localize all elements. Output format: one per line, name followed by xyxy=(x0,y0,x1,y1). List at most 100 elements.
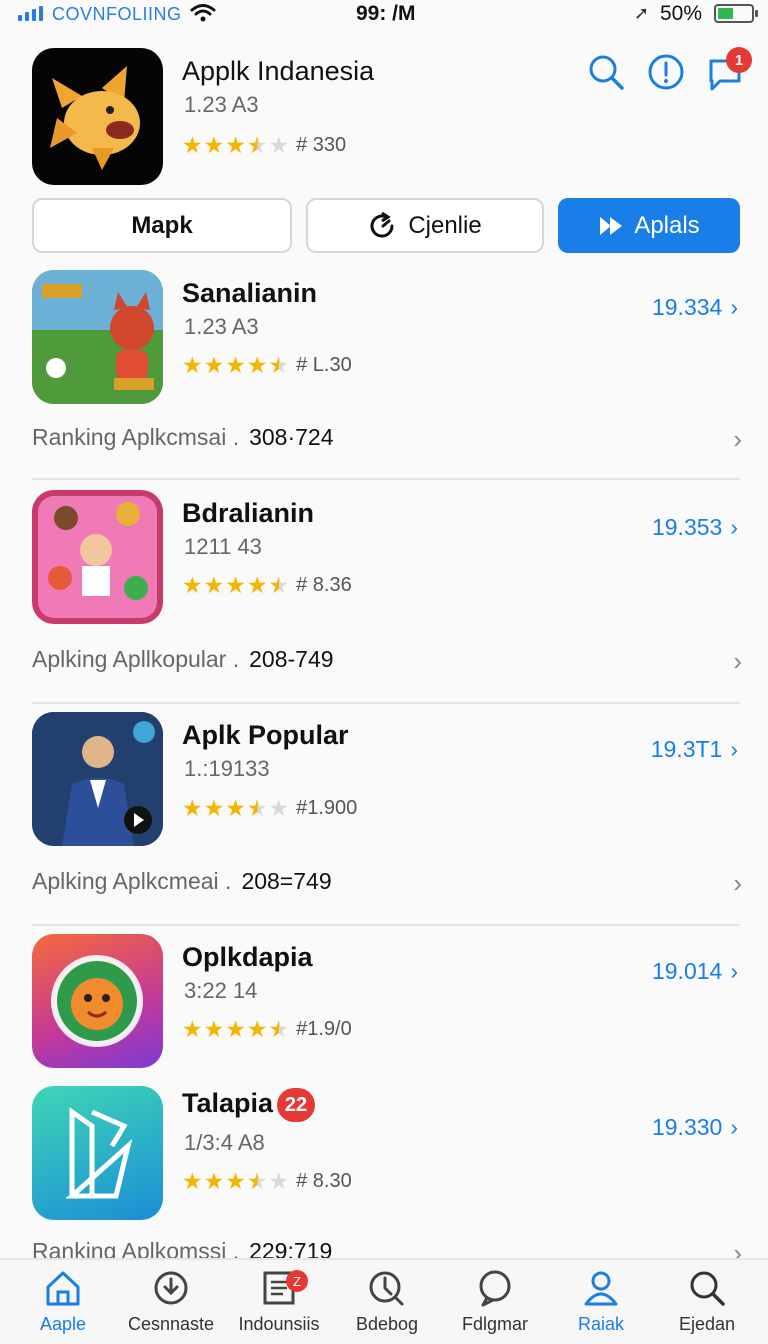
rating-count: # 330 xyxy=(296,134,347,156)
star-icon: ★ xyxy=(203,352,225,378)
item-title: Aplk Popular xyxy=(182,720,349,750)
app-title: Applk Indanesia xyxy=(182,56,375,86)
star-icon: ★ xyxy=(182,352,203,378)
star-empty-icon: ★ xyxy=(268,795,290,821)
star-empty-icon: ★ xyxy=(268,132,290,158)
person-icon xyxy=(584,1271,618,1306)
rating-stars: ★ ★ ★ ★ ★ #1.9/0 xyxy=(182,1018,352,1041)
tab-label: Raiak xyxy=(577,1314,625,1334)
ranking-label: Aplking Apllkopular xyxy=(32,646,227,672)
map-button-label: Mapk xyxy=(131,211,193,239)
rating-stars: ★ ★ ★ ★ ★ # 8.30 xyxy=(182,1170,352,1193)
chevron-right-icon: › xyxy=(733,868,742,898)
item-value-link[interactable]: 19.014 › xyxy=(652,958,738,985)
star-icon: ★ xyxy=(225,795,246,821)
ranking-row[interactable]: Aplking Apllkopular . 208-749 › xyxy=(32,646,742,676)
item-subtitle: 1.23 A3 xyxy=(184,314,259,339)
app-icon-oplkdapia[interactable] xyxy=(32,934,163,1068)
item-value-link[interactable]: 19.334 › xyxy=(652,294,738,321)
tab-home[interactable]: Aaple xyxy=(8,1268,118,1335)
star-half-icon: ★ xyxy=(268,1016,290,1042)
rating-count: #1.9/0 xyxy=(296,1018,352,1040)
tab-search[interactable]: Ejedan xyxy=(652,1268,762,1335)
carrier-name: COVNFOLIING xyxy=(52,4,182,24)
star-icon: ★ xyxy=(225,132,246,158)
ranking-row[interactable]: Aplking Aplkcmeai . 208=749 › xyxy=(32,868,742,898)
chart-button-label: Cjenlie xyxy=(408,211,482,239)
chevron-right-icon: › xyxy=(730,1114,738,1140)
star-icon: ★ xyxy=(182,1168,203,1194)
star-icon: ★ xyxy=(182,572,203,598)
divider xyxy=(32,702,740,704)
tab-badge: Z xyxy=(286,1270,308,1292)
tab-profile[interactable]: Raiak xyxy=(546,1268,656,1335)
star-half-icon: ★ xyxy=(268,352,290,378)
item-subtitle: 1.:19133 xyxy=(184,756,270,781)
star-icon: ★ xyxy=(203,132,225,158)
map-button[interactable]: Mapk xyxy=(32,198,292,253)
item-value-link[interactable]: 19.330 › xyxy=(652,1114,738,1141)
rating-stars: ★ ★ ★ ★ ★ # L.30 xyxy=(182,354,352,377)
refresh-icon xyxy=(370,211,394,238)
search-icon xyxy=(690,1271,725,1306)
notification-badge: 1 xyxy=(726,47,752,73)
app-icon-sanalianin[interactable] xyxy=(32,270,163,404)
app-icon-main[interactable] xyxy=(32,48,163,185)
item-value: 19.330 xyxy=(651,1114,723,1140)
item-title-text: Talapia xyxy=(182,1088,274,1119)
tab-label: Indounsiis xyxy=(238,1314,320,1334)
app-icon-talapia[interactable] xyxy=(32,1086,163,1220)
star-icon: ★ xyxy=(225,1016,246,1042)
divider xyxy=(32,924,740,926)
status-time: 99: /M xyxy=(356,2,416,25)
ranking-label: Aplking Aplkcmeai xyxy=(32,868,219,894)
wifi-icon xyxy=(190,4,216,22)
chevron-right-icon: › xyxy=(730,294,738,320)
star-icon: ★ xyxy=(182,1016,203,1042)
tab-history[interactable]: Bdebog xyxy=(332,1268,442,1335)
tab-downloads[interactable]: Cesnnaste xyxy=(116,1268,226,1335)
star-icon: ★ xyxy=(225,572,246,598)
ranking-label: Ranking Aplkcmsai xyxy=(32,424,227,450)
chevron-right-icon: › xyxy=(730,958,738,984)
search-icon[interactable] xyxy=(586,52,626,92)
star-icon: ★ xyxy=(182,132,203,158)
app-icon-bdralianin[interactable] xyxy=(32,490,163,624)
rating-count: # L.30 xyxy=(296,354,352,376)
battery-percent: 50% xyxy=(660,2,703,25)
item-subtitle: 1211 43 xyxy=(184,534,262,559)
item-value-link[interactable]: 19.3T1 › xyxy=(651,736,738,763)
clock-icon xyxy=(369,1271,404,1306)
apps-button-label: Aplals xyxy=(634,211,700,239)
item-title: Bdralianin xyxy=(182,498,315,528)
ranking-row[interactable]: Ranking Aplkcmsai . 308·724 › xyxy=(32,424,742,454)
star-half-icon: ★ xyxy=(246,132,268,158)
star-half-icon: ★ xyxy=(268,572,290,598)
signal-icon xyxy=(18,6,43,21)
item-value: 19.3T1 xyxy=(650,736,723,762)
chat-icon xyxy=(479,1270,511,1307)
tab-list[interactable]: Z Indounsiis xyxy=(224,1268,334,1335)
star-icon: ★ xyxy=(246,352,268,378)
app-icon-aplk-popular[interactable] xyxy=(32,712,163,846)
info-icon[interactable] xyxy=(646,52,686,92)
item-subtitle: 1/3:4 A8 xyxy=(184,1130,265,1155)
ranking-number: 308·724 xyxy=(249,424,334,450)
star-empty-icon: ★ xyxy=(268,1168,290,1194)
location-icon: ➚ xyxy=(634,3,650,23)
star-icon: ★ xyxy=(203,1016,225,1042)
star-icon: ★ xyxy=(246,572,268,598)
chevron-right-icon: › xyxy=(730,514,738,540)
tab-label: Ejedan xyxy=(678,1314,736,1334)
chart-button[interactable]: Cjenlie xyxy=(306,198,544,253)
item-title: Talapia 22 xyxy=(182,1088,316,1122)
tab-chat[interactable]: Fdlgmar xyxy=(440,1268,550,1335)
battery-icon xyxy=(714,4,758,23)
rating-stars: ★ ★ ★ ★ ★ #1.900 xyxy=(182,797,357,820)
tab-label: Bdebog xyxy=(355,1314,419,1334)
item-value-link[interactable]: 19.353 › xyxy=(652,514,738,541)
clock-download-icon xyxy=(154,1271,188,1305)
apps-button[interactable]: Aplals xyxy=(558,198,740,253)
star-half-icon: ★ xyxy=(246,795,268,821)
star-icon: ★ xyxy=(203,572,225,598)
